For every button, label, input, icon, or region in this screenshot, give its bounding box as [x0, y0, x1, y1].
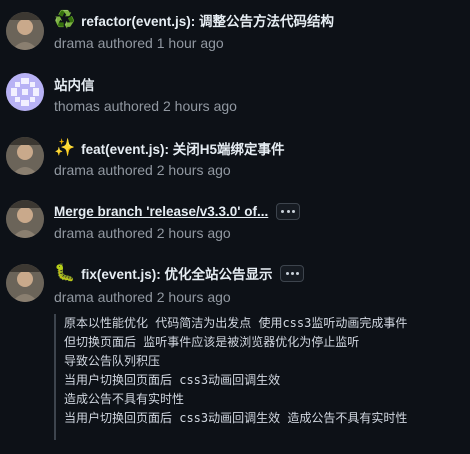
sparkles-icon: ✨: [54, 137, 76, 158]
commit-message-body: 原本以性能优化 代码简洁为出发点 使用css3监听动画完成事件 但切换页面后 监…: [54, 314, 464, 440]
avatar-thomas[interactable]: [6, 73, 44, 111]
commit-body-line: 但切换页面后 监听事件应该是被浏览器优化为停止监听: [64, 335, 360, 349]
commit-meta: drama authored 2 hours ago: [54, 225, 231, 241]
author-name[interactable]: drama: [54, 162, 94, 178]
commit-meta: drama authored 1 hour ago: [54, 35, 224, 51]
commit-body-line: 当用户切换回页面后 css3动画回调生效: [64, 373, 281, 387]
commit-meta: thomas authored 2 hours ago: [54, 98, 237, 114]
avatar-drama[interactable]: [6, 137, 44, 175]
commit-title[interactable]: refactor(event.js): 调整公告方法代码结构: [81, 10, 334, 30]
commit-time[interactable]: 2 hours ago: [157, 162, 231, 178]
avatar-drama[interactable]: [6, 200, 44, 238]
commit-body-line: 当用户切换回页面后 css3动画回调生效 造成公告不具有实时性: [64, 411, 408, 425]
commit-time[interactable]: 2 hours ago: [163, 98, 237, 114]
expand-message-button[interactable]: [276, 202, 301, 220]
commit-time[interactable]: 1 hour ago: [157, 35, 224, 51]
author-name[interactable]: thomas: [54, 98, 100, 114]
avatar-drama[interactable]: [6, 264, 44, 302]
recycle-icon: ♻️: [54, 9, 76, 30]
authored-label: authored: [103, 98, 160, 114]
author-name[interactable]: drama: [54, 225, 94, 241]
authored-label: authored: [97, 289, 153, 305]
authored-label: authored: [97, 225, 153, 241]
commit-title[interactable]: 站内信: [54, 74, 95, 94]
commit-time[interactable]: 2 hours ago: [157, 289, 231, 305]
bug-icon: 🐛: [54, 262, 76, 283]
avatar-drama[interactable]: [6, 12, 44, 50]
commit-body-line: 造成公告不具有实时性: [64, 392, 185, 406]
commit-body-line: 原本以性能优化 代码简洁为出发点 使用css3监听动画完成事件: [64, 316, 408, 330]
commit-meta: drama authored 2 hours ago: [54, 162, 231, 178]
commit-body-line: 导致公告队列积压: [64, 354, 161, 368]
commit-title[interactable]: feat(event.js): 关闭H5端绑定事件: [81, 138, 284, 158]
authored-label: authored: [97, 35, 153, 51]
authored-label: authored: [97, 162, 153, 178]
commit-title-link[interactable]: Merge branch 'release/v3.3.0' of...: [54, 204, 268, 219]
commit-meta: drama authored 2 hours ago: [54, 289, 231, 305]
collapse-message-button[interactable]: [280, 264, 305, 282]
author-name[interactable]: drama: [54, 35, 94, 51]
author-name[interactable]: drama: [54, 289, 94, 305]
commit-time[interactable]: 2 hours ago: [157, 225, 231, 241]
commit-title[interactable]: fix(event.js): 优化全站公告显示: [81, 263, 272, 283]
